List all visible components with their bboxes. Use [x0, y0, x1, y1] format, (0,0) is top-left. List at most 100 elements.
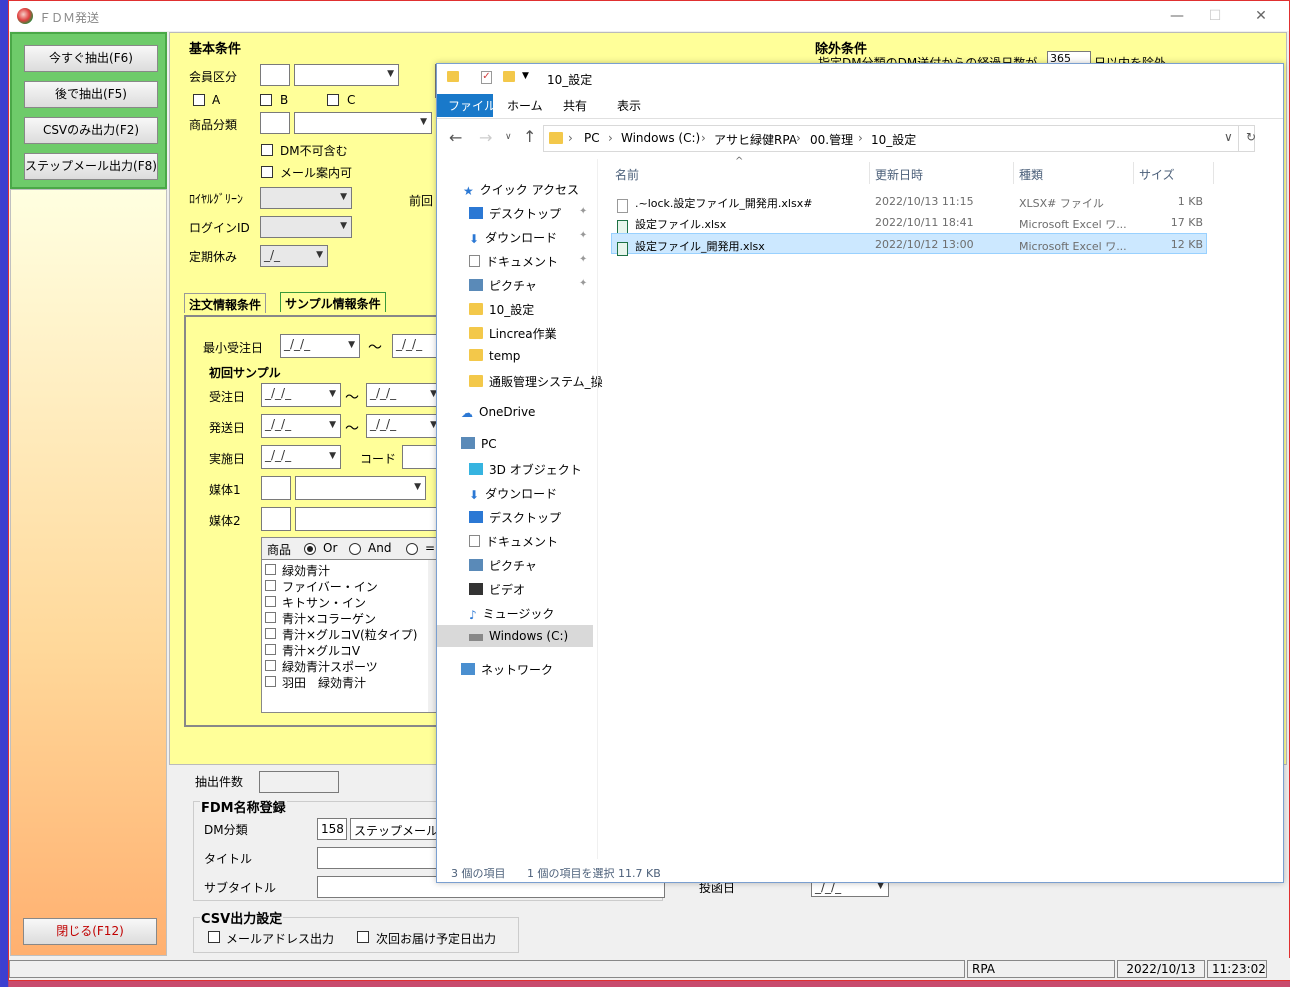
- column-size[interactable]: サイズ: [1139, 166, 1175, 183]
- member-b-checkbox[interactable]: [260, 94, 272, 106]
- title-input[interactable]: [317, 847, 443, 869]
- media1-select[interactable]: ▼: [295, 476, 426, 500]
- close-button[interactable]: 閉じる(F12): [23, 918, 157, 945]
- column-type[interactable]: 種類: [1019, 166, 1043, 183]
- order-date-to[interactable]: _/_/_ ▼: [366, 383, 442, 407]
- column-name[interactable]: 名前: [615, 166, 639, 183]
- ribbon-tab-home[interactable]: ホーム: [507, 95, 543, 117]
- product-item-checkbox[interactable]: [265, 564, 276, 575]
- next-date-checkbox[interactable]: [357, 931, 369, 943]
- nav-folder-lincrea[interactable]: Lincrea作業: [469, 325, 557, 342]
- up-icon[interactable]: ↑: [523, 127, 536, 146]
- product-item[interactable]: 緑効青汁スポーツ: [265, 658, 425, 674]
- breadcrumb-rpa[interactable]: アサヒ緑健RPA: [714, 131, 797, 148]
- product-item-checkbox[interactable]: [265, 676, 276, 687]
- media2-code-input[interactable]: [261, 507, 291, 531]
- product-item-checkbox[interactable]: [265, 628, 276, 639]
- chevron-down-icon[interactable]: ∨: [1224, 130, 1233, 144]
- and-radio[interactable]: [349, 543, 361, 555]
- breadcrumb-kanri[interactable]: 00.管理: [810, 131, 853, 148]
- breadcrumb-pc[interactable]: PC: [584, 131, 600, 145]
- extract-now-button[interactable]: 今すぐ抽出(F6): [24, 45, 158, 72]
- recent-dropdown-icon[interactable]: ∨: [505, 132, 512, 142]
- ribbon-tab-view[interactable]: 表示: [617, 95, 641, 117]
- nav-video[interactable]: ビデオ: [469, 581, 525, 598]
- dm-code-input[interactable]: 158: [317, 818, 347, 840]
- extract-later-button[interactable]: 後で抽出(F5): [24, 81, 158, 108]
- ribbon-tab-share[interactable]: 共有: [563, 95, 587, 117]
- breadcrumb-drive[interactable]: Windows (C:): [621, 131, 700, 145]
- column-modified[interactable]: 更新日時: [875, 166, 923, 183]
- nav-desktop[interactable]: デスクトップ: [469, 205, 561, 222]
- mail-out-checkbox[interactable]: [208, 931, 220, 943]
- file-row[interactable]: 設定ファイル.xlsx 2022/10/11 18:41 Microsoft E…: [611, 212, 1207, 234]
- nav-pc[interactable]: PC: [461, 437, 497, 451]
- dm-ok-checkbox[interactable]: [261, 144, 273, 156]
- nav-music[interactable]: ♪ ミュージック: [469, 605, 554, 622]
- nav-folder-temp[interactable]: temp: [469, 349, 520, 363]
- tab-order-info[interactable]: 注文情報条件: [184, 293, 267, 313]
- nav-folder-tsuhan[interactable]: 通販管理システム_操: [469, 373, 603, 390]
- royal-select[interactable]: ▼: [260, 187, 352, 209]
- product-checklist[interactable]: 緑効青汁 ファイバー・イン キトサン・イン 青汁×コラーゲン 青汁×グルコV(粒タイプ)…: [262, 559, 441, 712]
- product-item-checkbox[interactable]: [265, 612, 276, 623]
- close-window-button[interactable]: ✕: [1251, 7, 1271, 25]
- properties-icon[interactable]: ✓: [481, 71, 492, 84]
- min-order-date-to[interactable]: _/_/_: [392, 334, 440, 358]
- min-order-date-from[interactable]: _/_/_ ▼: [280, 334, 360, 358]
- nav-quick-access[interactable]: ★ クイック アクセス: [463, 181, 579, 198]
- product-item[interactable]: 青汁×グルコV(粒タイプ): [265, 626, 425, 642]
- media1-code-input[interactable]: [261, 476, 291, 500]
- product-item-checkbox[interactable]: [265, 580, 276, 591]
- member-a-checkbox[interactable]: [193, 94, 205, 106]
- product-item-checkbox[interactable]: [265, 596, 276, 607]
- product-item[interactable]: ファイバー・イン: [265, 578, 425, 594]
- nav-folder-settings[interactable]: 10_設定: [469, 301, 534, 318]
- refresh-icon[interactable]: ↻: [1246, 130, 1256, 144]
- back-icon[interactable]: ←: [449, 128, 462, 147]
- product-item[interactable]: 青汁×コラーゲン: [265, 610, 425, 626]
- nav-windows-drive[interactable]: Windows (C:): [469, 629, 568, 643]
- nav-desktop-pc[interactable]: デスクトップ: [469, 509, 561, 526]
- media2-select[interactable]: [295, 507, 442, 531]
- nav-onedrive[interactable]: ☁ OneDrive: [461, 405, 535, 420]
- breadcrumb-settings[interactable]: 10_設定: [871, 131, 916, 148]
- product-item[interactable]: キトサン・イン: [265, 594, 425, 610]
- address-bar[interactable]: › PC › Windows (C:) › アサヒ緑健RPA › 00.管理 ›…: [543, 125, 1256, 152]
- nav-documents-pc[interactable]: ドキュメント: [469, 533, 558, 550]
- product-item-checkbox[interactable]: [265, 644, 276, 655]
- nav-network[interactable]: ネットワーク: [461, 661, 553, 678]
- product-cat-code-input[interactable]: [260, 112, 290, 134]
- ship-date-to[interactable]: _/_/_ ▼: [366, 414, 442, 438]
- login-id-select[interactable]: ▼: [260, 216, 352, 238]
- mail-ok-checkbox[interactable]: [261, 166, 273, 178]
- member-kbn-select[interactable]: ▼: [294, 64, 399, 86]
- order-date-from[interactable]: _/_/_ ▼: [261, 383, 341, 407]
- product-item[interactable]: 緑効青汁: [265, 562, 425, 578]
- ribbon-tab-file[interactable]: ファイル: [448, 95, 496, 117]
- exec-date-input[interactable]: _/_/_ ▼: [261, 445, 341, 469]
- nav-download-pc[interactable]: ⬇ ダウンロード: [469, 485, 557, 502]
- ship-date-from[interactable]: _/_/_ ▼: [261, 414, 341, 438]
- dm-name-select[interactable]: ステップメール(サ: [350, 818, 440, 840]
- product-item[interactable]: 羽田 緑効青汁: [265, 674, 425, 690]
- nav-download[interactable]: ⬇ ダウンロード: [469, 229, 557, 246]
- product-cat-select[interactable]: ▼: [294, 112, 432, 134]
- minimize-button[interactable]: —: [1167, 7, 1187, 25]
- product-item[interactable]: 青汁×グルコV: [265, 642, 425, 658]
- forward-icon[interactable]: →: [479, 128, 492, 147]
- or-radio[interactable]: [304, 543, 316, 555]
- nav-pictures[interactable]: ピクチャ: [469, 277, 537, 294]
- tab-sample-info[interactable]: サンプル情報条件: [280, 292, 386, 312]
- maximize-button[interactable]: ☐: [1205, 7, 1225, 25]
- member-kbn-code-input[interactable]: [260, 64, 290, 86]
- file-row-selected[interactable]: 設定ファイル_開発用.xlsx 2022/10/12 13:00 Microso…: [611, 233, 1207, 256]
- member-c-checkbox[interactable]: [327, 94, 339, 106]
- qat-dropdown-icon[interactable]: ▼: [522, 71, 529, 81]
- csv-only-button[interactable]: CSVのみ出力(F2): [24, 117, 158, 144]
- step-mail-button[interactable]: ステップメール出力(F8): [24, 153, 158, 180]
- eq-radio[interactable]: [406, 543, 418, 555]
- product-item-checkbox[interactable]: [265, 660, 276, 671]
- nav-pictures-pc[interactable]: ピクチャ: [469, 557, 537, 574]
- new-folder-icon[interactable]: [503, 71, 515, 82]
